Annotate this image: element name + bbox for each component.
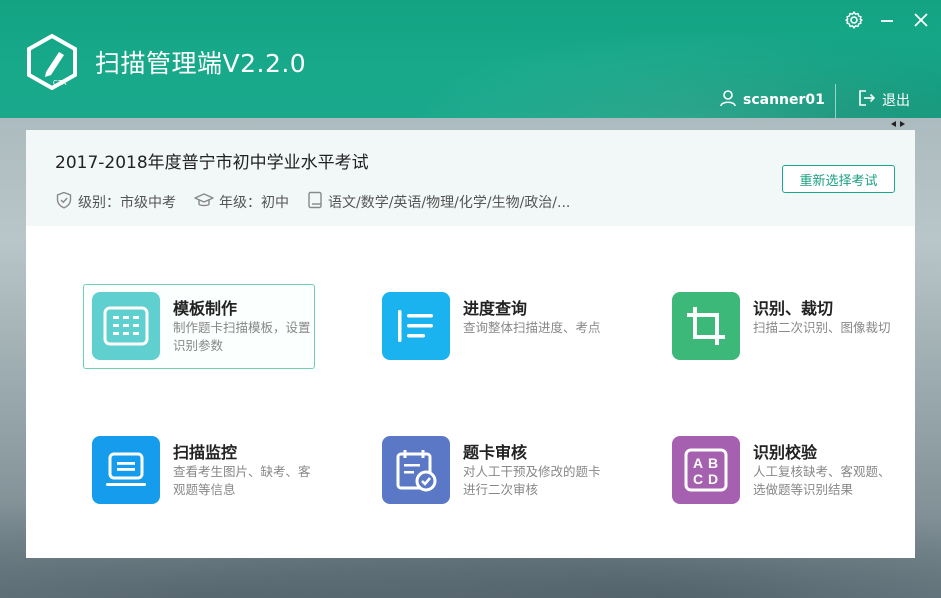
gear-icon[interactable] bbox=[842, 8, 866, 32]
list-progress-icon bbox=[382, 292, 450, 360]
close-icon[interactable] bbox=[909, 8, 933, 32]
exam-subjects: 语文/数学/英语/物理/化学/生物/政治/... bbox=[307, 191, 570, 213]
title-bar: CTA 扫描管理端V2.2.0 scanner01 退出 bbox=[0, 0, 941, 118]
monitor-icon bbox=[92, 436, 160, 504]
svg-text:B: B bbox=[708, 455, 718, 471]
exam-meta: 级别：市级中考 年级：初中 语文/数学/英语/物理/化学/生物/政治/... bbox=[55, 191, 588, 213]
feature-desc: 扫描二次识别、图像裁切 bbox=[753, 320, 891, 335]
book-icon bbox=[307, 191, 323, 213]
username: scanner01 bbox=[743, 92, 825, 108]
abcd-icon: A B C D bbox=[672, 436, 740, 504]
graduation-cap-icon bbox=[194, 191, 214, 213]
feature-verify[interactable]: A B C D 识别校验 人工复核缺考、客观题、选做题等识别结果 bbox=[663, 428, 895, 513]
grid-template-icon bbox=[92, 292, 160, 360]
feature-title: 扫描监控 bbox=[173, 443, 238, 462]
exam-level: 级别：市级中考 bbox=[55, 191, 176, 213]
user-icon bbox=[719, 89, 737, 111]
feature-title: 模板制作 bbox=[173, 299, 238, 318]
feature-title: 题卡审核 bbox=[463, 443, 528, 462]
logo-text: CTA bbox=[53, 80, 67, 87]
exam-header: 2017-2018年度普宁市初中学业水平考试 级别：市级中考 年级：初中 语文/… bbox=[26, 130, 915, 226]
app-title: 扫描管理端V2.2.0 bbox=[95, 49, 307, 78]
reselect-exam-button[interactable]: 重新选择考试 bbox=[782, 165, 895, 193]
feature-title: 进度查询 bbox=[463, 299, 528, 318]
feature-desc: 制作题卡扫描模板，设置识别参数 bbox=[173, 320, 311, 353]
user-account[interactable]: scanner01 bbox=[719, 89, 825, 111]
logout-button[interactable]: 退出 bbox=[857, 89, 910, 111]
header-divider bbox=[835, 84, 836, 118]
feature-desc: 对人工干预及修改的题卡进行二次审核 bbox=[463, 464, 601, 497]
svg-text:D: D bbox=[708, 471, 718, 487]
exam-subjects-label: 语文/数学/英语/物理/化学/生物/政治/... bbox=[328, 195, 571, 211]
svg-text:C: C bbox=[693, 471, 703, 487]
scroll-arrows[interactable] bbox=[891, 119, 913, 129]
feature-review[interactable]: 题卡审核 对人工干预及修改的题卡进行二次审核 bbox=[373, 428, 605, 513]
feature-desc: 人工复核缺考、客观题、选做题等识别结果 bbox=[753, 464, 891, 497]
feature-desc: 查询整体扫描进度、考点 bbox=[463, 320, 601, 335]
exam-level-label: 级别：市级中考 bbox=[78, 195, 176, 211]
shield-icon bbox=[55, 191, 73, 213]
scroll-right-icon[interactable] bbox=[900, 121, 905, 127]
main-panel: 2017-2018年度普宁市初中学业水平考试 级别：市级中考 年级：初中 语文/… bbox=[26, 130, 915, 558]
svg-text:A: A bbox=[693, 455, 703, 471]
exam-grade-label: 年级：初中 bbox=[219, 195, 289, 211]
feature-desc: 查看考生图片、缺考、客观题等信息 bbox=[173, 464, 311, 497]
app-logo: CTA bbox=[26, 33, 78, 91]
feature-crop[interactable]: 识别、裁切 扫描二次识别、图像裁切 bbox=[663, 284, 895, 369]
logout-icon bbox=[857, 89, 877, 111]
scroll-left-icon[interactable] bbox=[891, 121, 896, 127]
feature-title: 识别、裁切 bbox=[753, 299, 834, 318]
feature-progress[interactable]: 进度查询 查询整体扫描进度、考点 bbox=[373, 284, 605, 369]
crop-icon bbox=[672, 292, 740, 360]
feature-template[interactable]: 模板制作 制作题卡扫描模板，设置识别参数 bbox=[83, 284, 315, 369]
minimize-icon[interactable] bbox=[875, 8, 899, 32]
calendar-check-icon bbox=[382, 436, 450, 504]
feature-title: 识别校验 bbox=[753, 443, 818, 462]
exam-grade: 年级：初中 bbox=[194, 191, 289, 213]
feature-monitor[interactable]: 扫描监控 查看考生图片、缺考、客观题等信息 bbox=[83, 428, 315, 513]
exam-title: 2017-2018年度普宁市初中学业水平考试 bbox=[55, 153, 369, 173]
logout-label: 退出 bbox=[882, 93, 910, 109]
